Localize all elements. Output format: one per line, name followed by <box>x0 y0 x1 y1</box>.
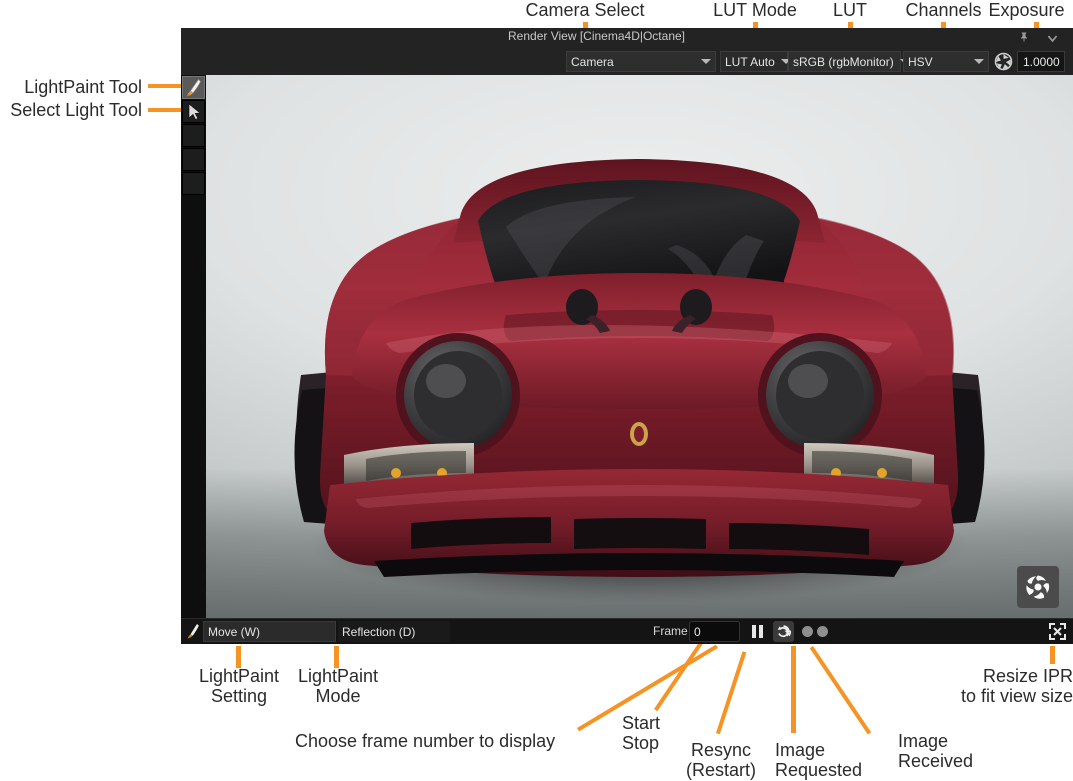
annotation-select-light-tool: Select Light Tool <box>10 100 142 120</box>
camera-select-value: Camera <box>571 54 614 69</box>
render-view-panel: Render View [Cinema4D|Octane] Camera LUT… <box>181 28 1073 644</box>
frame-label: Frame <box>653 624 688 638</box>
leader-image-received <box>809 646 872 735</box>
sidebar-item-select-light-tool[interactable] <box>182 100 205 123</box>
chevron-down-icon <box>701 59 711 64</box>
chevron-down-icon <box>974 59 984 64</box>
image-received-indicator[interactable] <box>817 626 828 637</box>
leader-lightpaint-tool <box>148 84 184 88</box>
leader-lightpaint-setting <box>236 646 241 668</box>
paintbrush-icon <box>186 79 201 97</box>
sidebar-item-tool-slot-4[interactable] <box>182 148 205 171</box>
channels-value: HSV <box>908 54 933 69</box>
annotation-image-requested: Image Requested <box>775 740 863 781</box>
lightpaint-mode-value: Reflection (D) <box>342 624 416 639</box>
top-toolbar: Camera LUT Auto sRGB (rgbMonitor) HSV 1.… <box>181 48 1073 75</box>
paintbrush-icon <box>187 624 199 639</box>
aperture-icon[interactable] <box>993 51 1014 72</box>
sidebar-item-tool-slot-3[interactable] <box>182 124 205 147</box>
lightpaint-setting-value: Move (W) <box>208 624 260 639</box>
pin-icon[interactable] <box>1018 31 1030 43</box>
bottom-toolbar: Move (W) Reflection (D) Frame 0 <box>181 618 1073 644</box>
octane-render-logo-icon <box>1017 566 1059 608</box>
tool-sidebar <box>181 75 206 618</box>
lut-value: sRGB (rgbMonitor) <box>793 54 894 69</box>
render-image-viewport[interactable] <box>206 75 1073 618</box>
annotation-image-received: Image Received <box>898 731 974 772</box>
leader-lightpaint-mode <box>334 646 339 668</box>
frame-number-value: 0 <box>694 624 701 639</box>
image-requested-indicator[interactable] <box>802 626 813 637</box>
annotation-choose-frame: Choose frame number to display <box>295 731 556 751</box>
fit-to-view-arrows-icon[interactable] <box>1048 622 1067 641</box>
annotation-lightpaint-mode: LightPaint Mode <box>297 666 379 707</box>
panel-body <box>181 75 1073 618</box>
exposure-input[interactable]: 1.0000 <box>1017 51 1065 72</box>
annotation-lightpaint-tool: LightPaint Tool <box>24 77 142 97</box>
lut-mode-dropdown[interactable]: LUT Auto <box>720 51 791 72</box>
annotation-lightpaint-setting: LightPaint Setting <box>198 666 280 707</box>
annotation-camera-select: Camera Select <box>525 0 645 20</box>
sidebar-item-tool-slot-5[interactable] <box>182 172 205 195</box>
lut-mode-value: LUT Auto <box>725 54 775 69</box>
page-title: Render View [Cinema4D|Octane] <box>508 29 685 43</box>
leader-resync <box>716 651 747 735</box>
lightpaint-mode-dropdown[interactable]: Reflection (D) <box>338 621 450 642</box>
sidebar-item-lightpaint-tool[interactable] <box>182 76 205 99</box>
annotation-resize-ipr: Resize IPR to fit view size <box>960 666 1073 707</box>
camera-select-dropdown[interactable]: Camera <box>566 51 716 72</box>
resync-button[interactable] <box>773 621 794 642</box>
frame-number-input[interactable]: 0 <box>689 621 740 642</box>
chevron-down-icon[interactable] <box>1046 32 1059 45</box>
resync-circular-arrows-icon <box>777 625 791 638</box>
lightpaint-setting-dropdown[interactable]: Move (W) <box>203 621 336 642</box>
annotation-start-stop: Start Stop <box>622 713 661 754</box>
rendered-car-image <box>294 159 985 603</box>
annotation-resync: Resync (Restart) <box>685 740 756 781</box>
channels-dropdown[interactable]: HSV <box>903 51 989 72</box>
cursor-arrow-icon <box>188 103 201 120</box>
annotation-lut: LUT <box>832 0 867 20</box>
leader-resize-ipr <box>1050 646 1055 664</box>
leader-select-light-tool <box>148 108 184 112</box>
annotation-exposure: Exposure <box>988 0 1065 20</box>
lut-dropdown[interactable]: sRGB (rgbMonitor) <box>788 51 910 72</box>
pause-icon[interactable] <box>749 623 766 640</box>
leader-image-requested <box>791 646 796 733</box>
window-titlebar: Render View [Cinema4D|Octane] <box>181 28 1073 48</box>
exposure-value: 1.0000 <box>1023 54 1060 69</box>
